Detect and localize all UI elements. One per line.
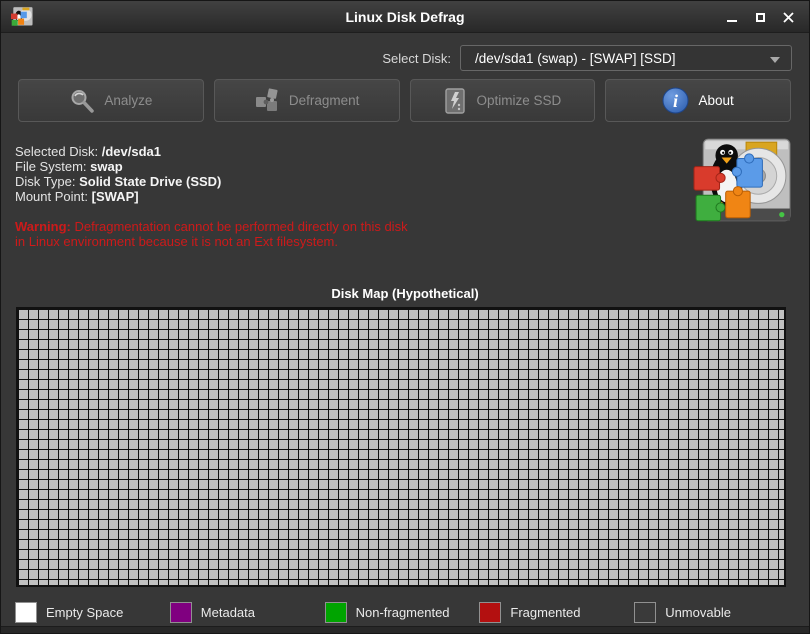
disk-map-title: Disk Map (Hypothetical) [1, 286, 809, 301]
file-system-line: File System: swap [15, 159, 221, 174]
defragment-button[interactable]: Defragment [214, 79, 400, 122]
unmovable-swatch [634, 602, 656, 623]
disk-select-value: /dev/sda1 (swap) - [SWAP] [SSD] [461, 51, 676, 66]
app-logo-large [693, 137, 791, 229]
non-fragmented-swatch [325, 602, 347, 623]
chevron-down-icon [770, 57, 780, 63]
warning-body: Defragmentation cannot be performed dire… [15, 219, 408, 249]
legend-item-unmovable: Unmovable [634, 600, 789, 624]
metadata-swatch [170, 602, 192, 623]
disk-select-dropdown[interactable]: /dev/sda1 (swap) - [SWAP] [SSD] [460, 45, 792, 71]
maximize-icon [756, 13, 765, 22]
disk-info: Selected Disk: /dev/sda1 File System: sw… [15, 144, 221, 204]
defragment-label: Defragment [289, 93, 360, 108]
close-icon [783, 12, 794, 23]
window-title: Linux Disk Defrag [1, 9, 809, 25]
disk-select-row: Select Disk: /dev/sda1 (swap) - [SWAP] [… [1, 45, 792, 71]
disk-map-grid [16, 307, 786, 587]
app-logo-icon [11, 6, 33, 28]
about-button[interactable]: i About [605, 79, 791, 122]
legend-item-fragmented: Fragmented [479, 600, 634, 624]
info-icon: i [662, 87, 689, 114]
analyze-button[interactable]: Analyze [18, 79, 204, 122]
select-disk-label: Select Disk: [382, 51, 451, 66]
svg-text:i: i [673, 91, 678, 111]
legend-item-non-fragmented: Non-fragmented [325, 600, 480, 624]
optimize-ssd-button[interactable]: Optimize SSD [410, 79, 596, 122]
mount-point-line: Mount Point: [SWAP] [15, 189, 221, 204]
empty-space-swatch [15, 602, 37, 623]
warning-text: Warning: Defragmentation cannot be perfo… [15, 219, 413, 249]
app-window: Linux Disk Defrag Select Disk: /dev/sda1… [0, 0, 810, 634]
optimize-ssd-label: Optimize SSD [476, 93, 561, 108]
titlebar: Linux Disk Defrag [1, 1, 809, 33]
disk-type-line: Disk Type: Solid State Drive (SSD) [15, 174, 221, 189]
analyze-label: Analyze [104, 93, 152, 108]
fragmented-swatch [479, 602, 501, 623]
legend: Empty Space Metadata Non-fragmented Frag… [15, 600, 789, 624]
selected-disk-line: Selected Disk: /dev/sda1 [15, 144, 221, 159]
close-button[interactable] [779, 8, 797, 26]
ssd-chip-icon [443, 88, 467, 114]
legend-item-empty-space: Empty Space [15, 600, 170, 624]
legend-item-metadata: Metadata [170, 600, 325, 624]
minimize-button[interactable] [723, 8, 741, 26]
window-bottom-edge [1, 626, 809, 633]
warning-prefix: Warning: [15, 219, 71, 234]
puzzle-icon [254, 88, 280, 114]
minimize-icon [727, 20, 737, 22]
maximize-button[interactable] [751, 8, 769, 26]
about-label: About [698, 93, 733, 108]
magnifier-icon [69, 88, 95, 114]
toolbar: Analyze Defragment Optimize SSD [18, 79, 791, 122]
